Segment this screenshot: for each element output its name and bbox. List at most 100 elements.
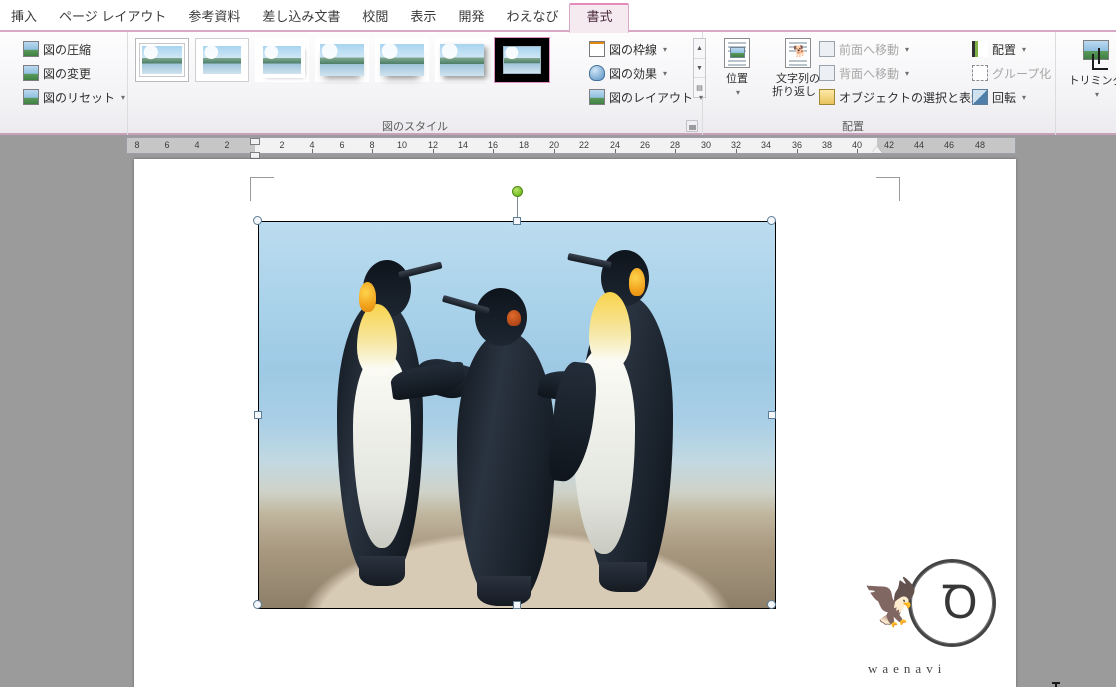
ruler-tick	[554, 149, 555, 153]
first-line-indent-marker[interactable]	[250, 138, 260, 145]
cmd-bring-forward[interactable]: 前面へ移動 ▾	[816, 38, 912, 60]
cmd-picture-border-label: 図の枠線	[609, 42, 658, 57]
right-indent-marker[interactable]	[872, 146, 882, 153]
cmd-send-backward[interactable]: 背面へ移動 ▾	[816, 62, 912, 84]
group-icon	[972, 65, 988, 81]
cmd-picture-layout[interactable]: 図のレイアウト ▾	[586, 86, 706, 108]
handle-bottom-center[interactable]	[513, 601, 521, 609]
word-window: 挿入 ページ レイアウト 参考資料 差し込み文書 校閲 表示 開発 わえなび 書…	[0, 0, 1116, 687]
ruler-tick-label: 10	[396, 140, 408, 150]
ruler-tick	[312, 149, 313, 153]
tab-view[interactable]: 表示	[399, 4, 447, 32]
handle-top-center[interactable]	[513, 217, 521, 225]
handle-bottom-right[interactable]	[767, 600, 776, 609]
cmd-picture-effects[interactable]: 図の効果 ▾	[586, 62, 670, 84]
handle-middle-left[interactable]	[254, 411, 262, 419]
chevron-down-icon: ▾	[121, 92, 126, 102]
cmd-selection-pane-label: オブジェクトの選択と表示	[839, 90, 984, 105]
penguin-left	[323, 256, 475, 586]
ruler-tick-label: 48	[974, 140, 986, 150]
tab-review[interactable]: 校閲	[351, 4, 399, 32]
chevron-down-icon: ▾	[663, 68, 668, 78]
compress-picture-icon	[23, 41, 39, 57]
tab-picture-format[interactable]: 書式	[569, 3, 630, 33]
ruler-tick	[857, 149, 858, 153]
cmd-picture-layout-label: 図のレイアウト	[609, 90, 694, 105]
picture-styles-dialog-launcher[interactable]	[686, 120, 698, 132]
send-backward-icon	[819, 65, 835, 81]
position-icon	[721, 38, 753, 70]
cmd-send-backward-label: 背面へ移動	[839, 66, 900, 81]
ruler-tick-label: 46	[943, 140, 955, 150]
ruler-left-margin	[127, 138, 255, 153]
cmd-picture-effects-label: 図の効果	[609, 66, 658, 81]
text-wrap-icon: 🐕	[782, 38, 814, 70]
cmd-compress-picture[interactable]: 図の圧縮	[20, 38, 94, 60]
ribbon-tab-bar: 挿入 ページ レイアウト 参考資料 差し込み文書 校閲 表示 開発 わえなび 書…	[0, 0, 1116, 33]
cmd-bring-forward-label: 前面へ移動	[839, 42, 900, 57]
ruler-tick-label: 22	[578, 140, 590, 150]
document-area[interactable]: 8 6 4 2 2 4 6 8 10 12 14 16 18 20 22 24 …	[0, 135, 1116, 687]
tab-page-layout[interactable]: ページ レイアウト	[48, 4, 177, 32]
ribbon-group-picture-styles: ▲ ▼ ▤ 図の枠線 ▾ 図の効果 ▾ 図のレイアウト ▾ 図のスタイル	[128, 32, 706, 135]
margin-corner-top-left	[250, 177, 274, 201]
btn-crop[interactable]: トリミング ▾	[1066, 36, 1116, 101]
cmd-group[interactable]: グループ化	[969, 62, 1054, 84]
rotate-icon	[972, 89, 988, 105]
picture-border-icon	[589, 41, 605, 57]
picture-style-3[interactable]	[315, 38, 369, 82]
btn-text-wrapping-label-2: 折り返し	[771, 86, 816, 98]
text-cursor-icon	[1052, 682, 1060, 687]
cmd-picture-border[interactable]: 図の枠線 ▾	[586, 38, 670, 60]
cmd-reset-picture[interactable]: 図のリセット ▾	[20, 86, 128, 108]
reset-picture-icon	[23, 89, 39, 105]
tab-developer[interactable]: 開発	[447, 4, 495, 32]
picture-styles-gallery[interactable]	[135, 37, 550, 83]
picture-style-0[interactable]	[135, 38, 189, 82]
cmd-change-picture[interactable]: 図の変更	[20, 62, 94, 84]
document-page[interactable]: Ꝺ 🦅 waenavi	[134, 159, 1060, 687]
cmd-reset-picture-label: 図のリセット	[43, 90, 116, 105]
cmd-align-label: 配置	[992, 42, 1017, 57]
chevron-down-icon: ▾	[905, 44, 910, 54]
cmd-align[interactable]: 配置 ▾	[969, 38, 1029, 60]
ruler-tick	[736, 149, 737, 153]
ruler-tick	[433, 149, 434, 153]
ruler-tick-label: 42	[883, 140, 895, 150]
picture-style-1[interactable]	[195, 38, 249, 82]
tab-references[interactable]: 参考資料	[177, 4, 251, 32]
tab-insert[interactable]: 挿入	[0, 4, 48, 32]
handle-bottom-left[interactable]	[253, 600, 262, 609]
hanging-indent-marker[interactable]	[250, 152, 260, 159]
chevron-down-icon: ▾	[905, 68, 910, 78]
ruler-tick-label: 8	[134, 140, 140, 150]
picture-layout-icon	[589, 89, 605, 105]
cmd-group-label: グループ化	[992, 66, 1052, 81]
btn-position[interactable]: 位置 ▾	[709, 36, 765, 99]
rotate-handle[interactable]	[512, 186, 523, 197]
picture-style-4[interactable]	[375, 38, 429, 82]
ruler-tick	[675, 149, 676, 153]
handle-middle-right[interactable]	[768, 411, 776, 419]
picture-style-2[interactable]	[255, 38, 309, 82]
tab-waenavi[interactable]: わえなび	[495, 4, 569, 32]
waenavi-bird-icon: 🦅	[862, 576, 920, 628]
arrange-group-label: 配置	[842, 121, 864, 133]
penguins-picture[interactable]	[258, 221, 776, 609]
handle-top-right[interactable]	[767, 216, 776, 225]
cmd-rotate[interactable]: 回転 ▾	[969, 86, 1029, 108]
btn-crop-label: トリミング	[1068, 75, 1116, 87]
handle-top-left[interactable]	[253, 216, 262, 225]
ruler-tick	[615, 149, 616, 153]
horizontal-ruler[interactable]: 8 6 4 2 2 4 6 8 10 12 14 16 18 20 22 24 …	[126, 137, 1016, 159]
ruler-tick-label: 18	[518, 140, 530, 150]
picture-style-5[interactable]	[435, 38, 489, 82]
ruler-tick-label: 6	[164, 140, 170, 150]
ruler-tick	[493, 149, 494, 153]
rotation-stem	[517, 195, 518, 217]
crop-icon	[1080, 40, 1112, 72]
picture-style-6-selected[interactable]	[494, 37, 550, 83]
penguin-right	[546, 244, 689, 592]
tab-mailings[interactable]: 差し込み文書	[251, 4, 351, 32]
cmd-selection-pane[interactable]: オブジェクトの選択と表示	[816, 86, 986, 108]
